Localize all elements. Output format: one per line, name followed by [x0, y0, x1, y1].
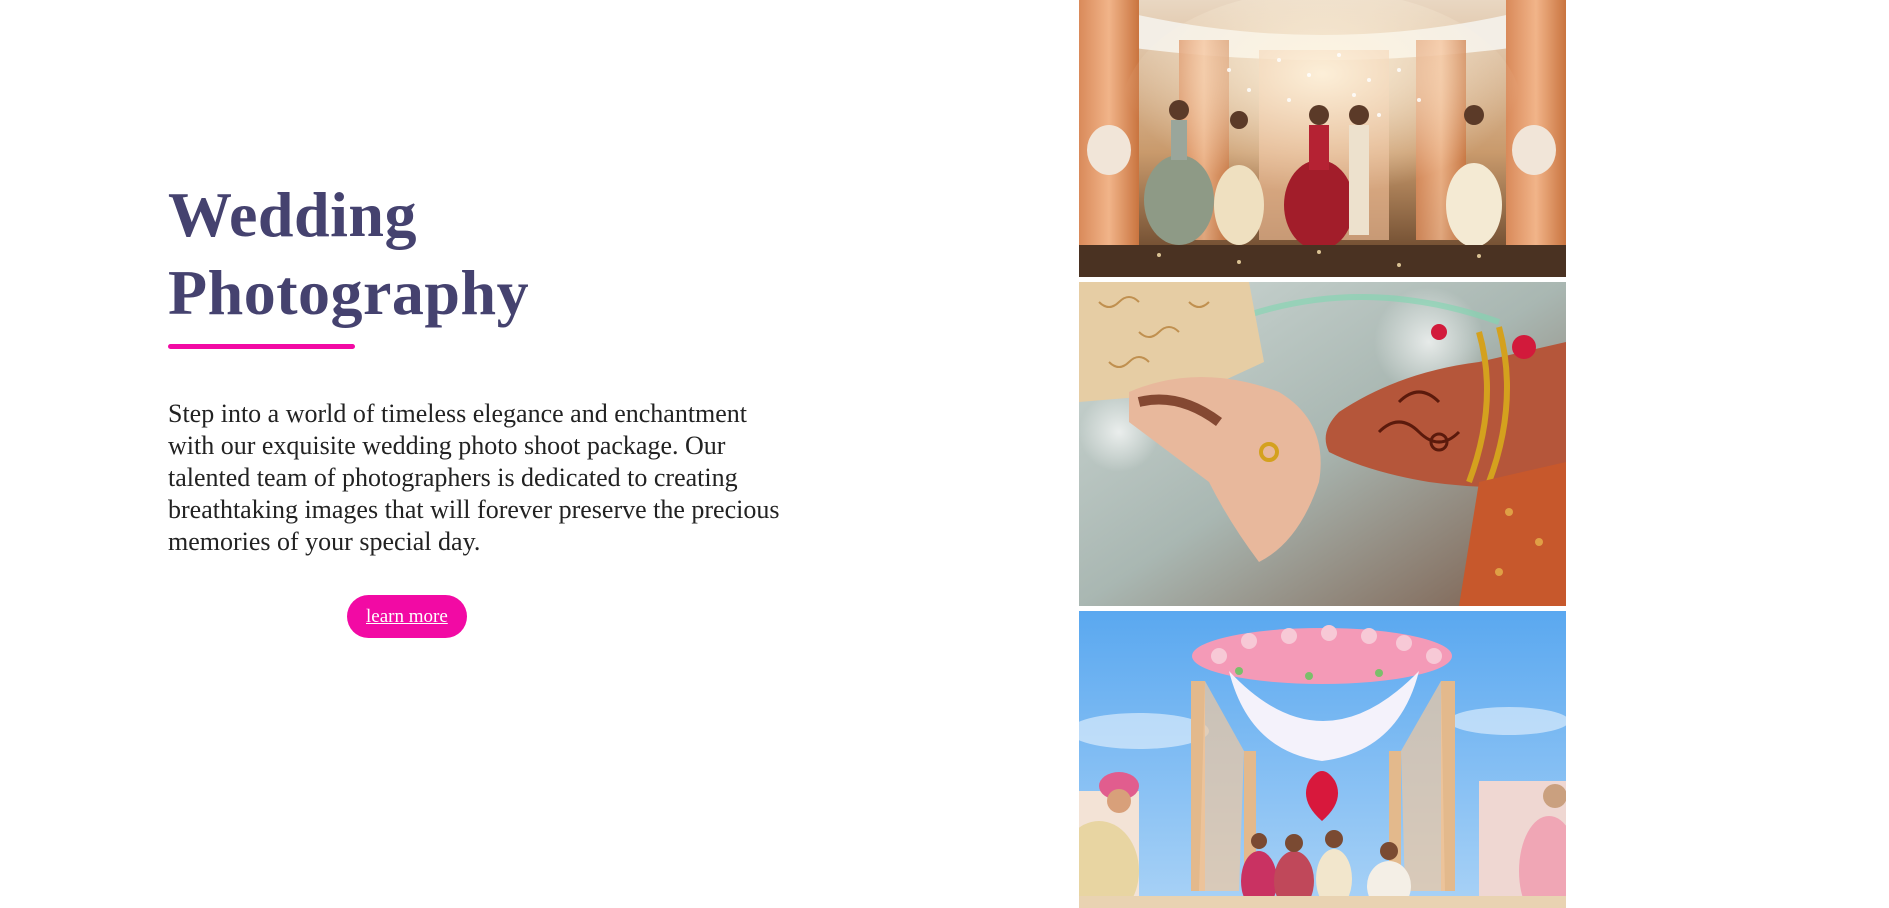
gallery-photo-floral-mandap	[1079, 611, 1566, 908]
hero-description: Step into a world of timeless elegance a…	[168, 399, 780, 556]
gallery-photo-holding-hands	[1079, 282, 1566, 606]
title-line-1: Wedding	[168, 179, 417, 250]
photo-gallery	[1079, 0, 1566, 908]
gallery-photo-ceremony-stage	[1079, 0, 1566, 277]
page-title: Wedding Photography	[168, 176, 788, 332]
page: Wedding Photography Step into a world of…	[0, 0, 1889, 908]
hero-section: Wedding Photography Step into a world of…	[168, 176, 788, 638]
title-underline	[168, 344, 355, 349]
learn-more-button[interactable]: learn more	[347, 595, 467, 638]
title-line-2: Photography	[168, 257, 530, 328]
